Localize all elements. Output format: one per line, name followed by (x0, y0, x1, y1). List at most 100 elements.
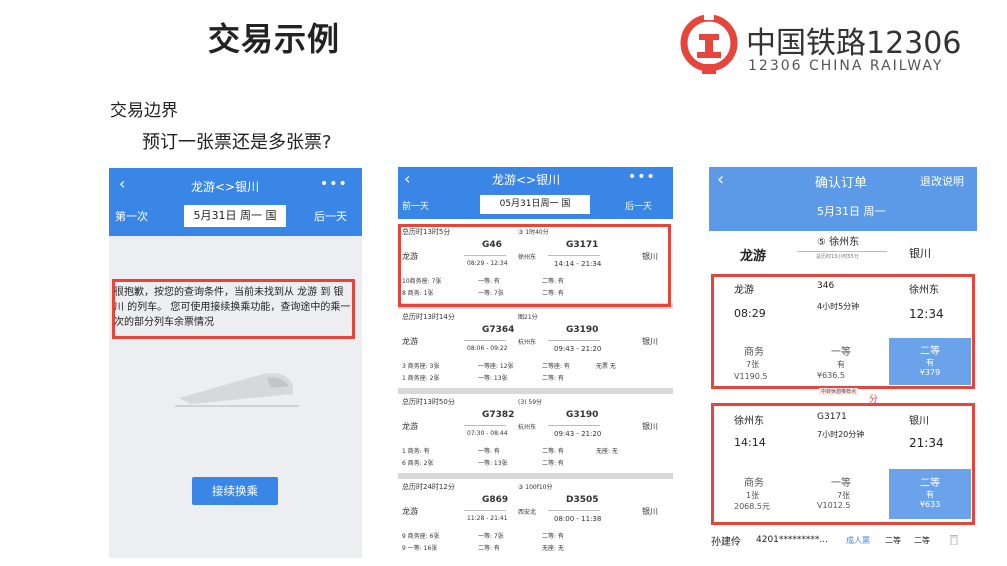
leg2-first-seats: 7张 (837, 491, 851, 500)
route-line (797, 251, 887, 252)
train1-time: 08:06 - 09:22 (467, 345, 508, 352)
leg2-depart-time: 14:14 (734, 436, 766, 449)
header-bar: ‹ 龙游<>银川 ••• 前一天 05月31日周一 国 后一天 (398, 167, 673, 219)
leg1-duration: 4小时5分钟 (817, 302, 860, 311)
transfer-option-card[interactable]: 总历时13时50分 (3) 59分 G7382 G3190 龙游 杭州东 银川 07:30 -… (398, 395, 673, 475)
row2-col2: 一等: 13张 (478, 375, 508, 382)
transfer-station: 杭州东 (518, 339, 537, 346)
train2-number: D3505 (566, 495, 599, 505)
train2-time: 08:00 - 11:38 (554, 515, 602, 523)
leg2-arrive-time: 21:34 (909, 436, 944, 450)
leg1-from: 龙游 (734, 285, 754, 296)
train2-time: 09:43 - 21:20 (554, 430, 602, 438)
more-icon[interactable]: ••• (628, 169, 656, 185)
row1-col4: 无座: 无 (596, 448, 618, 455)
section-heading: 交易边界 (110, 101, 178, 121)
row1-col3: 二等: 有 (542, 448, 564, 455)
origin-station: 龙游 (402, 337, 418, 346)
destination-station: 银川 (642, 507, 658, 516)
segment-line (548, 510, 600, 511)
destination-station: 银川 (909, 247, 931, 260)
total-duration: 总历时13时50分 (402, 398, 455, 406)
date-selector[interactable]: 5月31日 周一 国 (184, 205, 286, 227)
card-separator (398, 388, 673, 394)
prev-day-button[interactable]: 前一天 (402, 199, 429, 212)
total-duration: 总历时24时12分 (402, 483, 455, 491)
route-title: 龙游<>银川 (191, 180, 260, 194)
row1-col2: 一等: 7张 (478, 533, 504, 540)
leg1-train: 346 (817, 281, 835, 291)
transfer-option-card[interactable]: 总历时24时12分 ③ 100f10分 G869 D3505 龙游 西安北 银川 11:28 … (398, 480, 673, 560)
next-day-button[interactable]: 后一天 (314, 208, 347, 224)
train1-number: G869 (482, 495, 509, 505)
row1-col2: 一等: 有 (478, 448, 500, 455)
leg1-class-second[interactable]: 二等 有 ¥379 (889, 338, 971, 385)
order-date: 5月31日 周一 (817, 205, 886, 218)
passenger-seat-2: 二等 (914, 536, 930, 545)
train1-number: G7364 (482, 325, 515, 335)
ticket-type[interactable]: 成人票 (846, 535, 870, 546)
leg2-train: G3171 (817, 412, 847, 422)
leg1-second-price: ¥379 (919, 368, 941, 377)
train2-time: 09:43 - 21:20 (554, 345, 602, 353)
route-title: 龙游<>银川 (492, 173, 561, 187)
row2-col2: 一等: 13张 (478, 460, 508, 467)
transfer-wait-time: 图21分 (518, 314, 538, 321)
origin-station: 龙游 (740, 249, 767, 264)
row1-col4: 无票 无 (596, 363, 616, 370)
leg1-depart-time: 08:29 (734, 307, 766, 320)
trash-icon[interactable] (949, 533, 959, 545)
segment-line (548, 425, 600, 426)
total-duration: 总历时13小时55分 (816, 254, 859, 260)
row2-col1: 1 商务座: 2张 (402, 375, 440, 382)
next-day-button[interactable]: 后一天 (625, 199, 652, 212)
date-selector[interactable]: 05月31日周一 国 (480, 195, 590, 214)
back-icon[interactable]: ‹ (119, 174, 125, 193)
back-icon[interactable]: ‹ (404, 169, 410, 188)
transfer-wait-time: ③ 100f10分 (518, 484, 553, 491)
highlight-box (398, 224, 671, 307)
refund-rules-link[interactable]: 退改说明 (920, 173, 964, 189)
more-icon[interactable]: ••• (320, 176, 348, 192)
row1-col3: 二等: 有 (542, 533, 564, 540)
logo: 中国铁路12306 12306 CHINA RAILWAY (680, 12, 962, 82)
screen-transfer-list: ‹ 龙游<>银川 ••• 前一天 05月31日周一 国 后一天 总历时13时5分… (398, 167, 673, 560)
segment-line (464, 510, 506, 511)
leg1-business-seats: 7张 (746, 360, 760, 369)
screen-no-results: ‹ 龙游<>银川 ••• 第一次 5月31日 周一 国 后一天 很抱歉，按您的查… (109, 168, 362, 558)
transfer-wait-time: (3) 59分 (518, 399, 543, 406)
leg2-second-label: 二等 (920, 478, 940, 489)
leg2-business-price: 2068.5元 (734, 502, 770, 511)
transfer-search-button[interactable]: 接续换乘 (192, 477, 278, 505)
passenger-name: 孙建伶 (711, 537, 741, 548)
no-result-message: 很抱歉，按您的查询条件，当前未找到从 龙游 到 银川 的列车。 您可使用接续换乘… (114, 287, 351, 328)
passenger-id: 4201*********... (756, 535, 828, 545)
leg2-class-second[interactable]: 二等 有 ¥633 (889, 469, 971, 519)
train2-number: G3190 (566, 410, 599, 420)
leg1-business-price: V1190.5 (734, 372, 768, 381)
leg2-first-price: V1012.5 (817, 501, 851, 510)
segment-line (548, 340, 600, 341)
train1-time: 07:30 - 08:44 (467, 430, 508, 437)
back-icon[interactable]: ‹ (717, 169, 724, 190)
leg2-second-seats: 有 (926, 490, 934, 499)
leg2-business-seats: 1张 (746, 491, 760, 500)
leg2-class-business[interactable]: 商务 (744, 474, 764, 489)
header-bar: ‹ 龙游<>银川 ••• 第一次 5月31日 周一 国 后一天 (109, 168, 362, 236)
leg2-from: 徐州东 (734, 416, 764, 427)
transfer-option-card[interactable]: 总历时13时14分 图21分 G7364 G3190 龙游 杭州东 银川 08:06 - 09… (398, 310, 673, 390)
train2-number: G3190 (566, 325, 599, 335)
leg2-class-first[interactable]: 一等 (831, 474, 851, 489)
screen-confirm-order: ‹ 确认订单 退改说明 5月31日 周一 龙游 ⑤ 徐州东 总历时13小时55分… (709, 167, 977, 560)
leg1-arrive-time: 12:34 (909, 307, 944, 321)
row2-col1: 6 商务: 2张 (402, 460, 434, 467)
prev-day-button[interactable]: 第一次 (115, 208, 148, 224)
header-bar: ‹ 确认订单 退改说明 5月31日 周一 (709, 167, 977, 231)
row2-col3: 二等: 有 (542, 375, 564, 382)
logo-cn-text: 中国铁路12306 (746, 26, 962, 61)
passenger-seat-1: 二等 (885, 536, 901, 545)
destination-station: 银川 (642, 337, 658, 346)
leg1-class-business[interactable]: 商务 (744, 343, 764, 358)
leg1-class-first[interactable]: 一等 (831, 343, 851, 358)
leg1-second-label: 二等 (920, 346, 940, 357)
